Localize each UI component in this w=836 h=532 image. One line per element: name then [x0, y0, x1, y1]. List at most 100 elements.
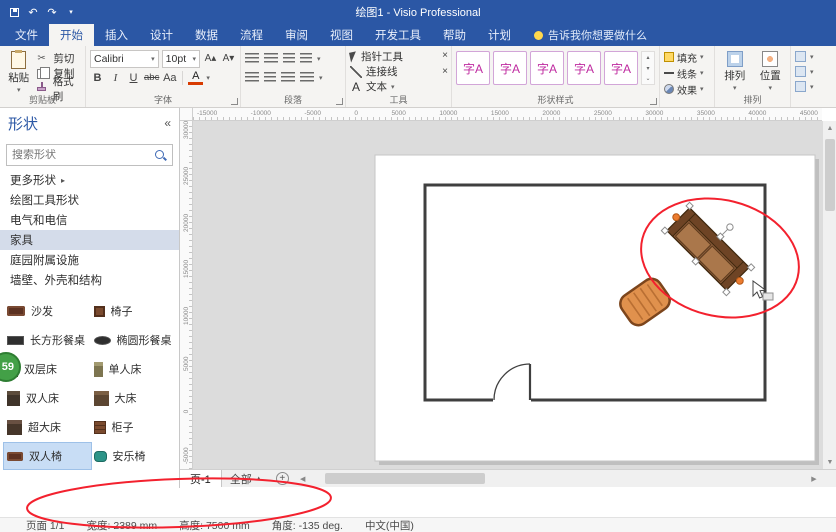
underline-button[interactable]: U	[126, 69, 141, 86]
tab-home[interactable]: 开始	[49, 24, 94, 46]
stencil-double-bed[interactable]: 双人床	[4, 385, 91, 411]
search-input[interactable]	[12, 149, 150, 161]
pointer-tool-button[interactable]: 指针工具	[350, 49, 447, 64]
shape-style-preview-5[interactable]: 字A	[604, 51, 638, 85]
fill-button[interactable]: 填充 ▾	[664, 49, 710, 65]
collapse-panel-icon[interactable]: «	[164, 116, 171, 130]
stencil-xlarge-bed[interactable]: 超大床	[4, 414, 91, 440]
font-color-button[interactable]: A	[188, 71, 203, 85]
increase-indent-icon[interactable]	[300, 53, 312, 64]
dialog-launcher-icon[interactable]	[231, 98, 238, 105]
tab-data[interactable]: 数据	[184, 24, 229, 46]
vertical-scroll-thumb[interactable]	[825, 139, 835, 211]
category-more-shapes[interactable]: 更多形状 ▸	[0, 170, 179, 190]
category-drawing-tool-shapes[interactable]: 绘图工具形状	[0, 190, 179, 210]
strikethrough-button[interactable]: abc	[144, 69, 159, 86]
tab-view[interactable]: 视图	[319, 24, 364, 46]
align-right-icon[interactable]	[281, 72, 295, 83]
paste-button[interactable]: 粘贴 ▾	[4, 49, 33, 94]
justify-icon[interactable]	[300, 72, 314, 83]
connection-point-icon[interactable]: ×	[442, 50, 448, 61]
cut-button[interactable]: ✂ 剪切	[37, 51, 81, 66]
grow-font-button[interactable]: A▴	[203, 50, 218, 67]
scroll-down-icon[interactable]: ▼	[823, 455, 836, 469]
horizontal-scroll-thumb[interactable]	[325, 473, 485, 484]
all-pages-button[interactable]: 全部 ▲	[222, 471, 270, 487]
font-family-combo[interactable]: Calibri ▾	[90, 50, 159, 68]
undo-icon[interactable]: ↶	[25, 3, 41, 21]
shape-style-preview-2[interactable]: 字A	[493, 51, 527, 85]
numbered-list-icon[interactable]	[264, 53, 278, 64]
shape-style-preview-3[interactable]: 字A	[530, 51, 564, 85]
tab-process[interactable]: 流程	[229, 24, 274, 46]
align-center-icon[interactable]	[264, 72, 276, 83]
stencil-chair[interactable]: 椅子	[91, 298, 178, 324]
vertical-scrollbar[interactable]: ▲ ▼	[822, 121, 836, 469]
category-furniture[interactable]: 家具	[0, 230, 179, 250]
gallery-down-icon[interactable]: ▾	[646, 65, 649, 72]
shrink-font-button[interactable]: A▾	[221, 50, 236, 67]
tab-file[interactable]: 文件	[4, 24, 49, 46]
scroll-left-icon[interactable]: ◀	[297, 475, 309, 483]
status-language[interactable]: 中文(中国)	[365, 518, 414, 532]
tab-insert[interactable]: 插入	[94, 24, 139, 46]
horizontal-scrollbar[interactable]: ◀ ▶	[295, 470, 822, 487]
font-size-combo[interactable]: 10pt ▾	[162, 50, 200, 68]
category-garden-accessories[interactable]: 庭园附属设施	[0, 250, 179, 270]
scroll-right-icon[interactable]: ▶	[808, 475, 820, 483]
effects-button[interactable]: 效果 ▾	[664, 81, 710, 97]
tab-developer[interactable]: 开发工具	[364, 24, 432, 46]
stencil-single-bed[interactable]: 单人床	[91, 356, 178, 382]
shape-style-preview-4[interactable]: 字A	[567, 51, 601, 85]
crossing-tool-icon[interactable]: ×	[442, 66, 448, 77]
clipped-ribbon-button[interactable]: ▾	[795, 64, 832, 79]
drawing-canvas[interactable]	[193, 121, 822, 469]
shape-search-box[interactable]	[6, 144, 173, 166]
bullet-list-icon[interactable]	[245, 53, 259, 64]
tell-me-box[interactable]: 告诉我你想要做什么	[534, 24, 647, 46]
tab-design[interactable]: 设计	[139, 24, 184, 46]
change-case-button[interactable]: Aa	[162, 69, 177, 86]
arrange-button[interactable]: 排列 ▾	[719, 49, 751, 94]
line-button[interactable]: 线条 ▾	[664, 65, 710, 81]
add-page-button[interactable]: +	[276, 472, 289, 485]
stencil-cabinet[interactable]: 柜子	[91, 414, 178, 440]
category-electrical-telecom[interactable]: 电气和电信	[0, 210, 179, 230]
bold-button[interactable]: B	[90, 69, 105, 86]
status-page-info[interactable]: 页面 1/1	[26, 518, 65, 532]
gallery-more-icon[interactable]: ⌄	[645, 75, 650, 82]
category-walls-shell-structure[interactable]: 墙壁、外壳和结构	[0, 270, 179, 290]
clipped-ribbon-button[interactable]: ▾	[795, 49, 832, 64]
save-icon[interactable]	[6, 3, 22, 21]
chevron-down-icon[interactable]: ▾	[319, 74, 323, 82]
stencil-easy-chair[interactable]: 安乐椅	[91, 443, 178, 469]
chevron-down-icon[interactable]: ▾	[317, 55, 321, 63]
clipped-ribbon-button[interactable]: ▾	[795, 79, 832, 94]
tab-plan[interactable]: 计划	[477, 24, 522, 46]
chevron-down-icon[interactable]: ▾	[206, 74, 210, 82]
page-tab-1[interactable]: 页-1	[180, 470, 222, 487]
stencil-sofa[interactable]: 沙发	[4, 298, 91, 324]
gallery-up-icon[interactable]: ▴	[646, 54, 649, 61]
drawing-area[interactable]	[193, 121, 822, 469]
stencil-rect-table[interactable]: 长方形餐桌	[4, 327, 91, 353]
tab-review[interactable]: 审阅	[274, 24, 319, 46]
shape-style-preview-1[interactable]: 字A	[456, 51, 490, 85]
decrease-indent-icon[interactable]	[283, 53, 295, 64]
scroll-up-icon[interactable]: ▲	[823, 121, 836, 135]
search-icon[interactable]	[154, 149, 167, 162]
position-button[interactable]: 位置 ▾	[755, 49, 787, 94]
dialog-launcher-icon[interactable]	[650, 98, 657, 105]
text-tool-button[interactable]: A 文本 ▾	[350, 79, 447, 94]
room-outline[interactable]	[425, 185, 765, 404]
dialog-launcher-icon[interactable]	[336, 98, 343, 105]
stencil-large-bed[interactable]: 大床	[91, 385, 178, 411]
italic-button[interactable]: I	[108, 69, 123, 86]
redo-icon[interactable]: ↷	[44, 3, 60, 21]
align-left-icon[interactable]	[245, 72, 259, 83]
stencil-oval-table[interactable]: 椭圆形餐桌	[91, 327, 178, 353]
customize-qat-icon[interactable]: ▾	[63, 3, 79, 21]
connector-tool-button[interactable]: 连接线	[350, 64, 447, 79]
tab-help[interactable]: 帮助	[432, 24, 477, 46]
stencil-loveseat[interactable]: 双人椅	[4, 443, 91, 469]
